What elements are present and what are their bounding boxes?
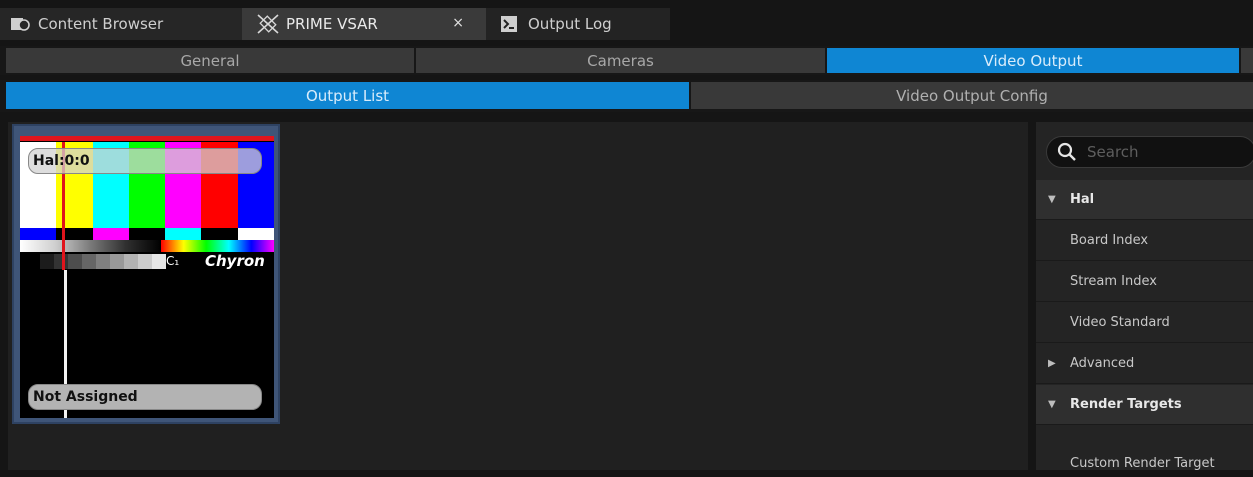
- collapsed-arrow-icon: ▶: [1048, 358, 1056, 369]
- hal-label: Hal:0:0: [28, 148, 262, 174]
- search-icon: [1057, 142, 1077, 162]
- property-stream-index: Stream Index: [1036, 262, 1253, 302]
- details-panel: ▼ Hal Board Index Stream Index Video Sta…: [1036, 122, 1253, 471]
- tab-general[interactable]: General: [6, 48, 414, 73]
- section-hal[interactable]: ▼ Hal: [1036, 180, 1253, 220]
- document-tab-bar: Content Browser PRIME VSAR × Output Log: [0, 0, 1253, 40]
- tab-overflow: [1241, 48, 1253, 73]
- stream-index-label: Stream Index: [1070, 274, 1157, 289]
- tab-cameras[interactable]: Cameras: [416, 48, 825, 73]
- close-icon[interactable]: ×: [452, 15, 464, 31]
- section-hal-label: Hal: [1070, 192, 1095, 207]
- content-browser-icon: [10, 15, 30, 33]
- chyron-logo: Chyron: [205, 252, 265, 270]
- tab-output-log-label: Output Log: [528, 15, 612, 33]
- gradient-row: [20, 240, 274, 252]
- section-render-targets[interactable]: ▼ Render Targets: [1036, 385, 1253, 425]
- assignment-label: Not Assigned: [28, 384, 262, 410]
- advanced-label: Advanced: [1070, 356, 1135, 371]
- preview-top-line: [20, 136, 274, 141]
- sub-tab-bar: Output List Video Output Config: [0, 80, 1253, 112]
- tab-video-output[interactable]: Video Output: [827, 48, 1239, 73]
- expand-arrow-icon: ▼: [1048, 194, 1056, 205]
- output-card[interactable]: C₁ Chyron Hal:0:0 Not Assigned: [12, 124, 280, 424]
- expand-arrow-icon: ▼: [1048, 399, 1056, 410]
- custom-render-target-label: Custom Render Target: [1070, 455, 1215, 471]
- search-box[interactable]: [1046, 136, 1253, 168]
- tab-content-browser-label: Content Browser: [38, 15, 164, 33]
- prime-vsar-icon: [256, 13, 280, 35]
- property-custom-render-target: Custom Render Target: [1036, 449, 1253, 477]
- board-index-label: Board Index: [1070, 233, 1149, 248]
- property-video-standard: Video Standard: [1036, 303, 1253, 343]
- color-bars-reverse: [20, 228, 274, 240]
- video-standard-label: Video Standard: [1070, 315, 1170, 330]
- tab-output-log[interactable]: Output Log: [486, 8, 670, 40]
- tab-content-browser[interactable]: Content Browser: [0, 8, 242, 40]
- search-input[interactable]: [1085, 142, 1209, 162]
- group-advanced[interactable]: ▶ Advanced: [1036, 344, 1253, 384]
- property-board-index: Board Index: [1036, 221, 1253, 261]
- tab-video-output-config[interactable]: Video Output Config: [691, 82, 1253, 109]
- chyron-mark: C₁: [166, 254, 180, 268]
- section-render-targets-label: Render Targets: [1070, 397, 1182, 412]
- tab-prime-vsar[interactable]: PRIME VSAR ×: [242, 8, 486, 40]
- output-log-icon: [500, 15, 518, 33]
- main-tab-bar: General Cameras Video Output: [0, 46, 1253, 75]
- tab-prime-vsar-label: PRIME VSAR: [286, 15, 378, 33]
- output-preview: C₁ Chyron Hal:0:0 Not Assigned: [20, 136, 274, 418]
- tab-output-list[interactable]: Output List: [6, 82, 689, 109]
